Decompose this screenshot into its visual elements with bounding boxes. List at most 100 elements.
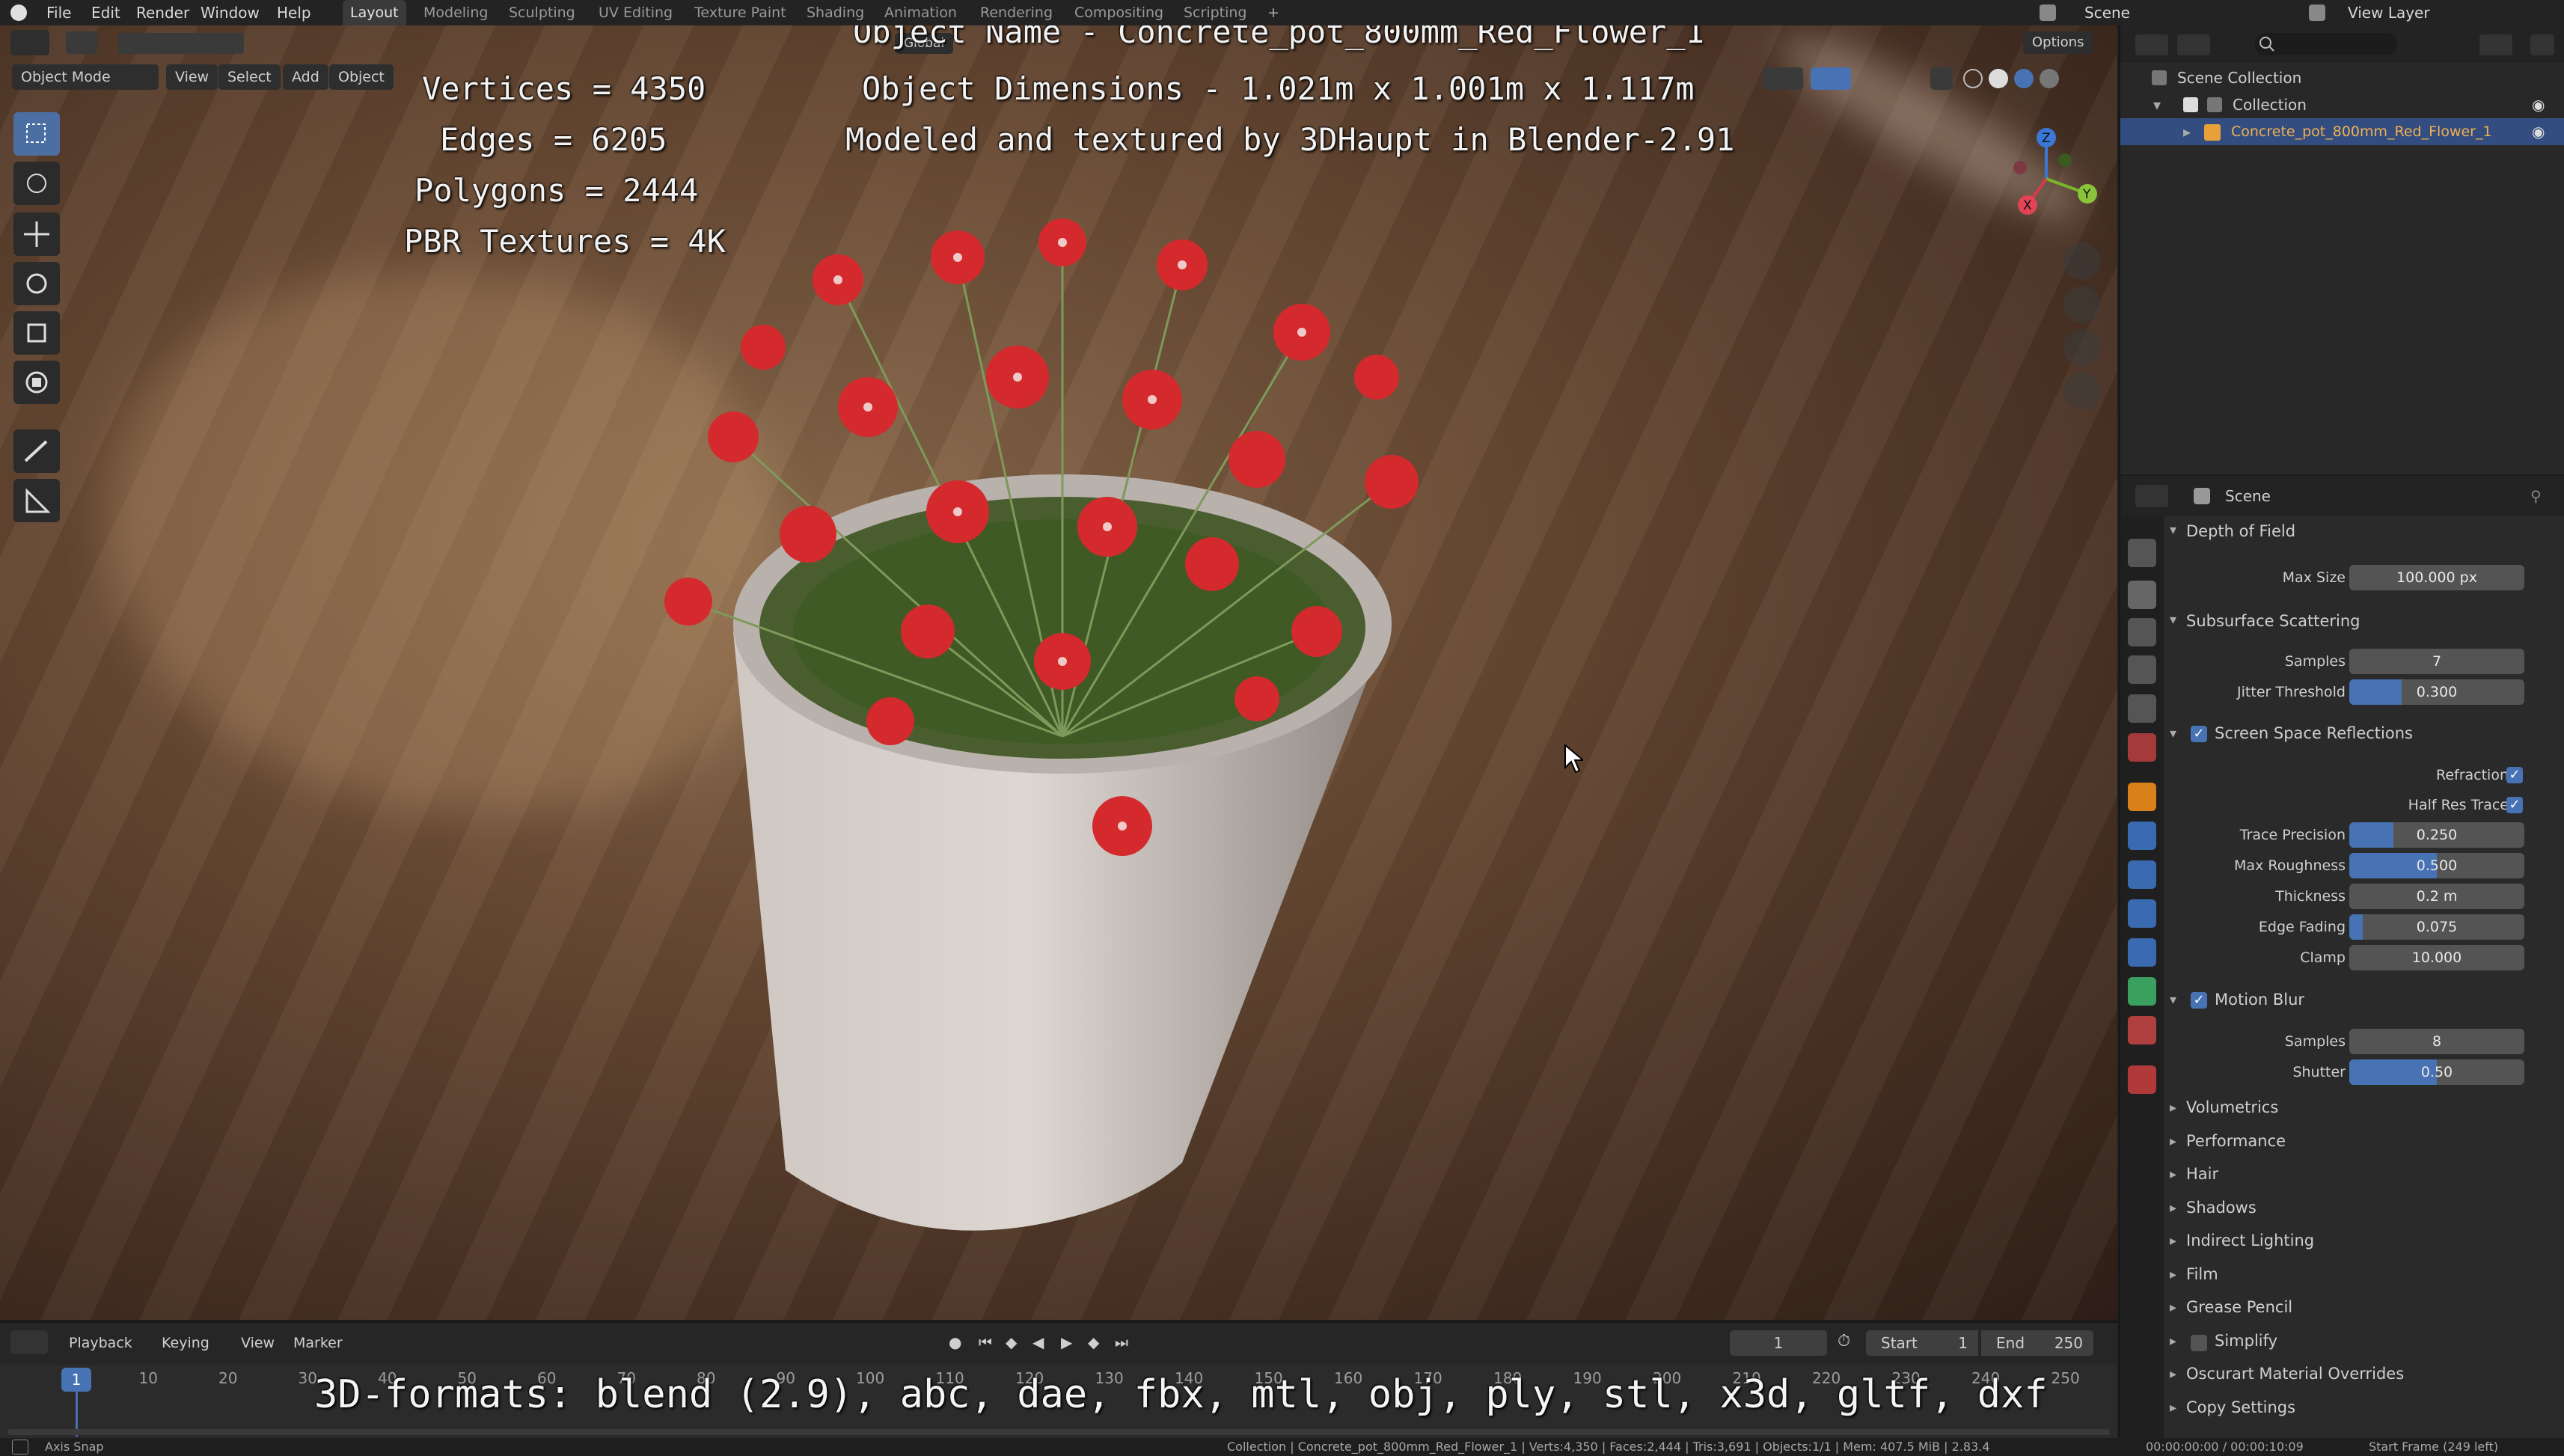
panel-screen-space-reflections-title[interactable]: Screen Space Reflections [2215, 724, 2413, 742]
perspective-toggle-icon[interactable] [2063, 373, 2101, 410]
panel-expand-arrow-icon[interactable]: ▸ [2170, 1300, 2176, 1315]
xray-toggle-icon[interactable] [1930, 67, 1953, 90]
shading-rendered-icon[interactable] [2040, 69, 2059, 88]
output-tab-icon[interactable] [2128, 618, 2156, 646]
tool-scale[interactable] [13, 311, 60, 355]
panel-expand-arrow-icon[interactable]: ▸ [2170, 1333, 2176, 1349]
timeline-editor-type-icon[interactable] [10, 1330, 48, 1354]
tool-measure[interactable] [13, 479, 60, 522]
motion-blur-enable-checkbox[interactable]: ✓ [2191, 992, 2207, 1009]
viewport-menu-object[interactable]: Object [329, 64, 394, 90]
scene-icon[interactable] [2040, 4, 2056, 21]
shading-wireframe-icon[interactable] [1963, 69, 1983, 88]
viewport-menu-add[interactable]: Add [283, 64, 328, 90]
eye-icon[interactable]: ◉ [2532, 118, 2545, 145]
outliner-row-scene-collection[interactable]: Scene Collection [2120, 64, 2564, 91]
timeline-menu-keying[interactable]: Keying [162, 1332, 209, 1354]
view-layer-icon[interactable] [2309, 4, 2325, 21]
panel-expand-arrow-icon[interactable]: ▸ [2170, 1366, 2176, 1382]
tab-texture-paint[interactable]: Texture Paint [687, 0, 794, 25]
overlays-toggle-icon[interactable] [1763, 67, 1803, 90]
modifier-tab-icon[interactable] [2128, 822, 2156, 850]
tool-tab-icon[interactable] [2128, 539, 2156, 567]
tab-sculpting[interactable]: Sculpting [501, 0, 583, 25]
tab-layout[interactable]: Layout [343, 0, 406, 25]
clamp-field[interactable]: 10.000 [2349, 945, 2524, 970]
jump-keyframe-forward-icon[interactable]: ◆ [1088, 1333, 1099, 1351]
ssr-enable-checkbox[interactable]: ✓ [2191, 726, 2207, 742]
panel-title-simplify[interactable]: Simplify [2215, 1332, 2277, 1350]
zoom-icon[interactable] [2063, 242, 2101, 280]
jump-keyframe-back-icon[interactable]: ◆ [1006, 1333, 1017, 1351]
thickness-field[interactable]: 0.2 m [2349, 884, 2524, 909]
max-roughness-slider[interactable]: 0.500 [2349, 853, 2524, 878]
outliner-editor-type-icon[interactable] [2135, 34, 2168, 55]
panel-expand-arrow-icon[interactable]: ▸ [2170, 1200, 2176, 1216]
play-reverse-icon[interactable]: ◀ [1032, 1333, 1044, 1351]
outliner-row-collection[interactable]: ▾ Collection ◉ [2120, 91, 2564, 118]
tab-shading[interactable]: Shading [799, 0, 872, 25]
trace-precision-slider[interactable]: 0.250 [2349, 822, 2524, 848]
viewport-menu-view[interactable]: View [166, 64, 218, 90]
tab-scripting[interactable]: Scripting [1176, 0, 1255, 25]
data-tab-icon[interactable] [2128, 977, 2156, 1006]
panel-expand-arrow-icon[interactable]: ▸ [2170, 1100, 2176, 1116]
selection-mode-icons[interactable] [118, 33, 244, 54]
panel-title-volumetrics[interactable]: Volumetrics [2186, 1098, 2278, 1116]
filter-icon[interactable] [2479, 34, 2512, 55]
panel-title-copy-settings[interactable]: Copy Settings [2186, 1398, 2295, 1416]
tab-uv-editing[interactable]: UV Editing [591, 0, 680, 25]
texture-tab-icon[interactable] [2128, 1065, 2156, 1094]
panel-motion-blur-title[interactable]: Motion Blur [2215, 991, 2304, 1009]
timeline-scrollbar[interactable] [7, 1429, 2110, 1435]
tab-compositing[interactable]: Compositing [1067, 0, 1171, 25]
tool-rotate[interactable] [13, 262, 60, 305]
view-layer-tab-icon[interactable] [2128, 655, 2156, 684]
sss-samples-field[interactable]: 7 [2349, 649, 2524, 674]
menu-help[interactable]: Help [277, 0, 311, 25]
pan-hand-icon[interactable] [2063, 286, 2101, 323]
constraints-tab-icon[interactable] [2128, 938, 2156, 967]
eye-icon[interactable]: ◉ [2532, 91, 2545, 118]
current-frame-field[interactable]: 1 [1730, 1330, 1827, 1356]
tool-transform[interactable] [13, 361, 60, 404]
physics-tab-icon[interactable] [2128, 899, 2156, 928]
object-mode-dropdown[interactable]: Object Mode [12, 64, 159, 90]
panel-expand-arrow-icon[interactable]: ▸ [2170, 1134, 2176, 1149]
tool-annotate[interactable] [13, 429, 60, 473]
blender-logo-icon[interactable] [10, 4, 27, 21]
expand-arrow-icon[interactable]: ▾ [2153, 91, 2161, 118]
tab-animation[interactable]: Animation [877, 0, 964, 25]
particles-tab-icon[interactable] [2128, 860, 2156, 889]
shutter-slider[interactable]: 0.50 [2349, 1059, 2524, 1085]
panel-collapse-arrow-icon[interactable]: ▾ [2170, 612, 2176, 628]
add-workspace-icon[interactable]: + [1260, 0, 1287, 25]
panel-expand-arrow-icon[interactable]: ▸ [2170, 1233, 2176, 1249]
viewport-menu-select[interactable]: Select [218, 64, 281, 90]
3d-viewport[interactable]: Object Mode View Select Add Object Globa… [0, 25, 2117, 1320]
expand-arrow-icon[interactable]: ▸ [2183, 118, 2191, 145]
menu-file[interactable]: File [46, 0, 71, 25]
record-icon[interactable]: ● [949, 1333, 961, 1351]
stopwatch-icon[interactable]: ⏱ [1838, 1332, 1850, 1351]
object-tab-icon[interactable] [2128, 783, 2156, 811]
view-layer-selector[interactable]: View Layer [2348, 0, 2430, 25]
menu-render[interactable]: Render [136, 0, 189, 25]
panel-title-indirect-lighting[interactable]: Indirect Lighting [2186, 1232, 2314, 1249]
max-size-field[interactable]: 100.000 px [2349, 565, 2524, 590]
editor-type-icon[interactable] [10, 30, 49, 55]
edge-fading-slider[interactable]: 0.075 [2349, 914, 2524, 940]
properties-editor-type-icon[interactable] [2135, 485, 2168, 507]
start-frame-field[interactable]: Start 1 [1866, 1330, 1978, 1356]
panel-subsurface-scattering-title[interactable]: Subsurface Scattering [2186, 612, 2360, 630]
tool-cursor[interactable] [13, 162, 60, 205]
scene-selector[interactable]: Scene [2084, 0, 2130, 25]
navigation-gizmo[interactable]: Z Y X [1990, 123, 2102, 235]
play-icon[interactable]: ▶ [1061, 1333, 1072, 1351]
panel-collapse-arrow-icon[interactable]: ▾ [2170, 992, 2176, 1008]
shading-solid-icon[interactable] [1989, 69, 2008, 88]
tab-rendering[interactable]: Rendering [973, 0, 1060, 25]
panel-title-shadows[interactable]: Shadows [2186, 1199, 2256, 1217]
select-box-icon[interactable] [66, 31, 97, 54]
panel-expand-arrow-icon[interactable]: ▸ [2170, 1400, 2176, 1416]
